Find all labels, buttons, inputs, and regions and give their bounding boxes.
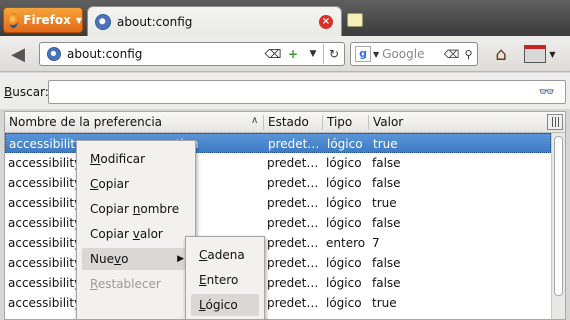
submenu-item-cadena[interactable]: Cadena [191, 244, 259, 266]
menu-item-copiar-valor[interactable]: Copiar valor [82, 223, 190, 245]
new-tab-icon[interactable] [347, 13, 363, 27]
back-arrow-icon[interactable]: ◀ [6, 42, 30, 66]
firefox-menu-button[interactable]: Firefox ▼ [3, 7, 83, 33]
bookmark-add-icon[interactable]: + [283, 47, 303, 61]
search-magnifier-icon[interactable]: ⚲ [460, 48, 477, 61]
pref-value-cell: false [372, 276, 401, 290]
chevron-down-icon: ▼ [549, 49, 556, 59]
pref-type-cell: lógico [326, 156, 362, 170]
column-header-valor[interactable]: Valor [373, 115, 403, 129]
sort-ascending-icon: ∧ [251, 115, 259, 126]
firefox-logo-icon [9, 12, 19, 28]
column-divider[interactable] [322, 115, 323, 130]
firefox-menu-label: Firefox [23, 13, 71, 27]
config-search-row: Buscar: 👓 [0, 73, 570, 109]
chevron-right-icon: ▶ [177, 254, 184, 264]
tab-about-config[interactable]: about:config × [87, 6, 342, 36]
pref-value-cell: true [372, 296, 397, 310]
pref-value-cell: 7 [372, 236, 380, 250]
page-favicon [95, 13, 111, 30]
column-header-name[interactable]: Nombre de la preferencia [9, 115, 162, 129]
pref-type-cell: lógico [326, 276, 362, 290]
pref-type-cell: lógico [326, 176, 362, 190]
binoculars-icon: 👓 [538, 85, 555, 100]
pref-type-cell: lógico [326, 216, 362, 230]
page-favicon [47, 47, 61, 61]
pref-value-cell: false [372, 256, 401, 270]
clear-url-icon[interactable]: ⌫ [263, 47, 283, 61]
pref-status-cell: predet… [267, 276, 319, 290]
reload-icon[interactable]: ↻ [324, 47, 344, 61]
submenu-item-logico[interactable]: Lógico [191, 294, 259, 316]
pref-value-cell: false [372, 176, 401, 190]
pref-type-cell: lógico [326, 256, 362, 270]
pref-value-cell: true [373, 137, 398, 151]
pref-value-cell: true [372, 196, 397, 210]
home-icon[interactable]: ⌂ [488, 41, 514, 67]
pref-value-cell: false [372, 216, 401, 230]
new-submenu: Cadena Entero Lógico [185, 236, 265, 320]
google-icon[interactable]: g [355, 46, 371, 62]
pref-status-cell: predet… [267, 156, 319, 170]
menu-item-modificar[interactable]: Modificar [82, 148, 190, 170]
column-picker-icon[interactable] [547, 114, 563, 130]
pref-value-cell: false [372, 156, 401, 170]
addon-window-icon [524, 45, 547, 63]
pref-type-cell: entero [326, 236, 366, 250]
search-engine-placeholder[interactable]: Google [382, 47, 443, 61]
menu-item-nuevo[interactable]: Nuevo ▶ [82, 248, 190, 270]
pref-type-cell: lógico [326, 196, 362, 210]
url-text[interactable]: about:config [67, 47, 263, 61]
pref-status-cell: predet… [267, 196, 319, 210]
close-tab-icon[interactable]: × [319, 14, 333, 29]
search-input[interactable]: 👓 [48, 80, 566, 104]
pref-type-cell: lógico [327, 137, 363, 151]
navigation-toolbar: ◀ about:config ⌫ + ▼ ↻ g ▼ Google ⌫ ⚲ ⌂ … [0, 36, 570, 72]
context-menu: Modificar Copiar Copiar nombre Copiar valor… [76, 140, 196, 320]
menu-item-copiar-nombre[interactable]: Copiar nombre [82, 198, 190, 220]
addon-toolbar-icon[interactable]: ▼ [522, 44, 558, 64]
search-bar[interactable]: g ▼ Google ⌫ ⚲ [350, 42, 478, 66]
column-header-estado[interactable]: Estado [268, 115, 309, 129]
menu-item-copiar[interactable]: Copiar [82, 173, 190, 195]
pref-status-cell: predet… [267, 216, 319, 230]
pref-status-cell: predet… [267, 256, 319, 270]
column-divider[interactable] [368, 115, 369, 130]
clear-search-icon[interactable]: ⌫ [443, 48, 460, 61]
chevron-down-icon: ▼ [75, 15, 82, 25]
menu-item-restablecer: Restablecer [90, 277, 161, 291]
pref-type-cell: lógico [326, 296, 362, 310]
pref-status-cell: predet… [267, 176, 319, 190]
tab-bar: Firefox ▼ about:config × [0, 0, 570, 36]
search-label: Buscar: [4, 85, 49, 99]
url-bar[interactable]: about:config ⌫ + ▼ ↻ [39, 42, 345, 66]
column-header-tipo[interactable]: Tipo [327, 115, 352, 129]
chevron-down-icon[interactable]: ▼ [373, 50, 379, 59]
table-header: Nombre de la preferencia ∧ Estado Tipo V… [5, 112, 565, 133]
pref-status-cell: predet… [267, 296, 319, 310]
dropmarker-icon[interactable]: ▼ [303, 49, 323, 59]
pref-status-cell: predet… [268, 137, 320, 151]
scrollbar-thumb[interactable] [554, 136, 563, 296]
submenu-item-entero[interactable]: Entero [191, 269, 259, 291]
pref-status-cell: predet… [267, 236, 319, 250]
tab-title: about:config [117, 14, 193, 29]
vertical-scrollbar[interactable] [551, 133, 565, 319]
column-divider[interactable] [263, 115, 264, 130]
